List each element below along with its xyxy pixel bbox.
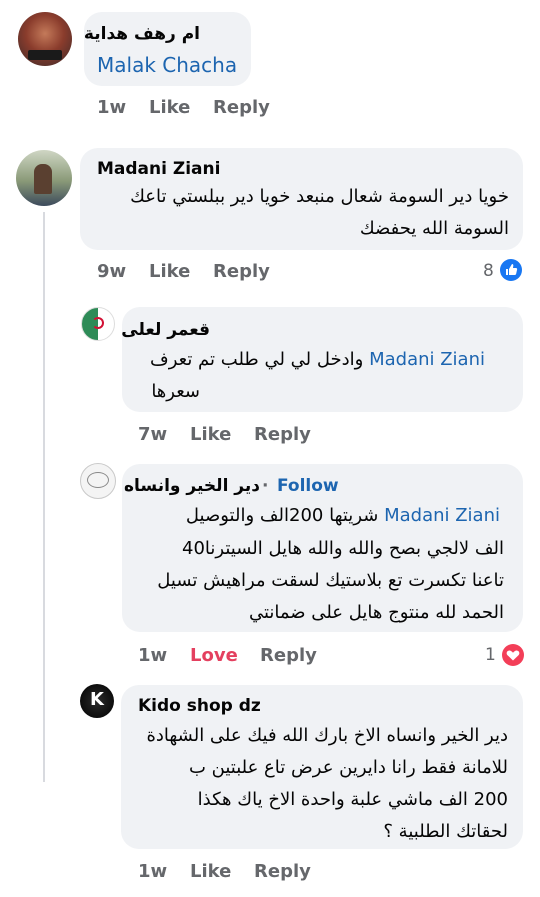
- reply-text-line: للامانة فقط رانا دايرين عرض تاع علبتين ب: [188, 757, 508, 778]
- mention-link[interactable]: Madani Ziani: [384, 505, 500, 526]
- crescent-icon: [92, 317, 104, 329]
- avatar-kido-shop[interactable]: K: [80, 684, 114, 718]
- reply-text: وادخل لي لي طلب تم تعرف: [150, 349, 364, 370]
- reply-button[interactable]: Reply: [254, 424, 311, 445]
- comment-text-line: خويا دير السومة شعال منبعد خويا دير ببلس…: [130, 186, 509, 207]
- reply-button[interactable]: Reply: [254, 861, 311, 882]
- reply-text: شريتها 200الف والتوصيل: [185, 505, 379, 526]
- reaction-count[interactable]: 1: [485, 645, 496, 665]
- comment-timestamp[interactable]: 9w: [97, 261, 126, 282]
- comment-timestamp[interactable]: 1w: [97, 97, 126, 118]
- avatar-caption-strip: [28, 50, 62, 60]
- like-button[interactable]: Like: [190, 861, 231, 882]
- reply-button[interactable]: Reply: [260, 645, 317, 666]
- comment-author-name[interactable]: ام رهف هداية: [84, 24, 200, 44]
- reply-text-line: سعرها: [151, 381, 200, 402]
- comment-text-line: السومة الله يحفضك: [359, 218, 509, 239]
- love-reaction-icon[interactable]: [502, 644, 524, 666]
- like-reaction-icon[interactable]: [500, 259, 522, 281]
- reply-timestamp[interactable]: 1w: [138, 861, 167, 882]
- like-button[interactable]: Like: [190, 424, 231, 445]
- reply-text-line: 200 الف ماشي علبة واحدة الاخ ياك هكذا: [197, 789, 508, 810]
- reply-text-line: تاعنا تكسرت تع بلاستيك لسقت مراهيش تسيل: [157, 570, 504, 591]
- reply-timestamp[interactable]: 1w: [138, 645, 167, 666]
- logo-emblem-icon: [87, 472, 109, 488]
- reply-text-line: وادخل لي لي طلب تم تعرف Madani Ziani: [125, 344, 485, 376]
- follow-separator: ·: [262, 476, 269, 496]
- comment-author-name[interactable]: Madani Ziani: [97, 159, 220, 179]
- mention-link[interactable]: Madani Ziani: [369, 349, 485, 370]
- heart-icon: [506, 650, 520, 661]
- like-button[interactable]: Like: [149, 97, 190, 118]
- reply-author-name[interactable]: قعمر لعلى: [121, 320, 210, 340]
- reply-button[interactable]: Reply: [213, 261, 270, 282]
- avatar-qamar[interactable]: [81, 307, 115, 341]
- avatar-madani-ziani[interactable]: [16, 150, 72, 206]
- reply-author-name[interactable]: Kido shop dz: [138, 696, 261, 716]
- avatar-figure: [34, 164, 52, 194]
- like-button[interactable]: Like: [149, 261, 190, 282]
- avatar-dir-el-khair[interactable]: [80, 463, 116, 499]
- follow-button[interactable]: Follow: [277, 476, 339, 496]
- reply-author-name[interactable]: دير الخير وانساه: [124, 476, 260, 496]
- thumbs-up-icon: [506, 264, 518, 275]
- reply-timestamp[interactable]: 7w: [138, 424, 167, 445]
- avatar-umm-rahaf[interactable]: [18, 12, 72, 66]
- k-logo-icon: K: [90, 689, 104, 710]
- reply-text-line: لحقاتك الطلبية ؟: [383, 821, 508, 842]
- reply-text-line: دير الخير وانساه الاخ بارك الله فيك على …: [146, 725, 508, 746]
- reply-text-line: الف لالجي بصح والله والله هايل السيترنا4…: [182, 538, 504, 559]
- love-button[interactable]: Love: [190, 645, 238, 666]
- thread-line: [43, 212, 45, 782]
- reply-button[interactable]: Reply: [213, 97, 270, 118]
- reaction-count[interactable]: 8: [483, 261, 494, 281]
- reply-text-line: شريتها 200الف والتوصيل Madani Ziani: [130, 500, 500, 532]
- mention-link[interactable]: Malak Chacha: [97, 53, 237, 77]
- reply-text-line: الحمد لله منتوج هايل على ضمانتي: [248, 602, 504, 623]
